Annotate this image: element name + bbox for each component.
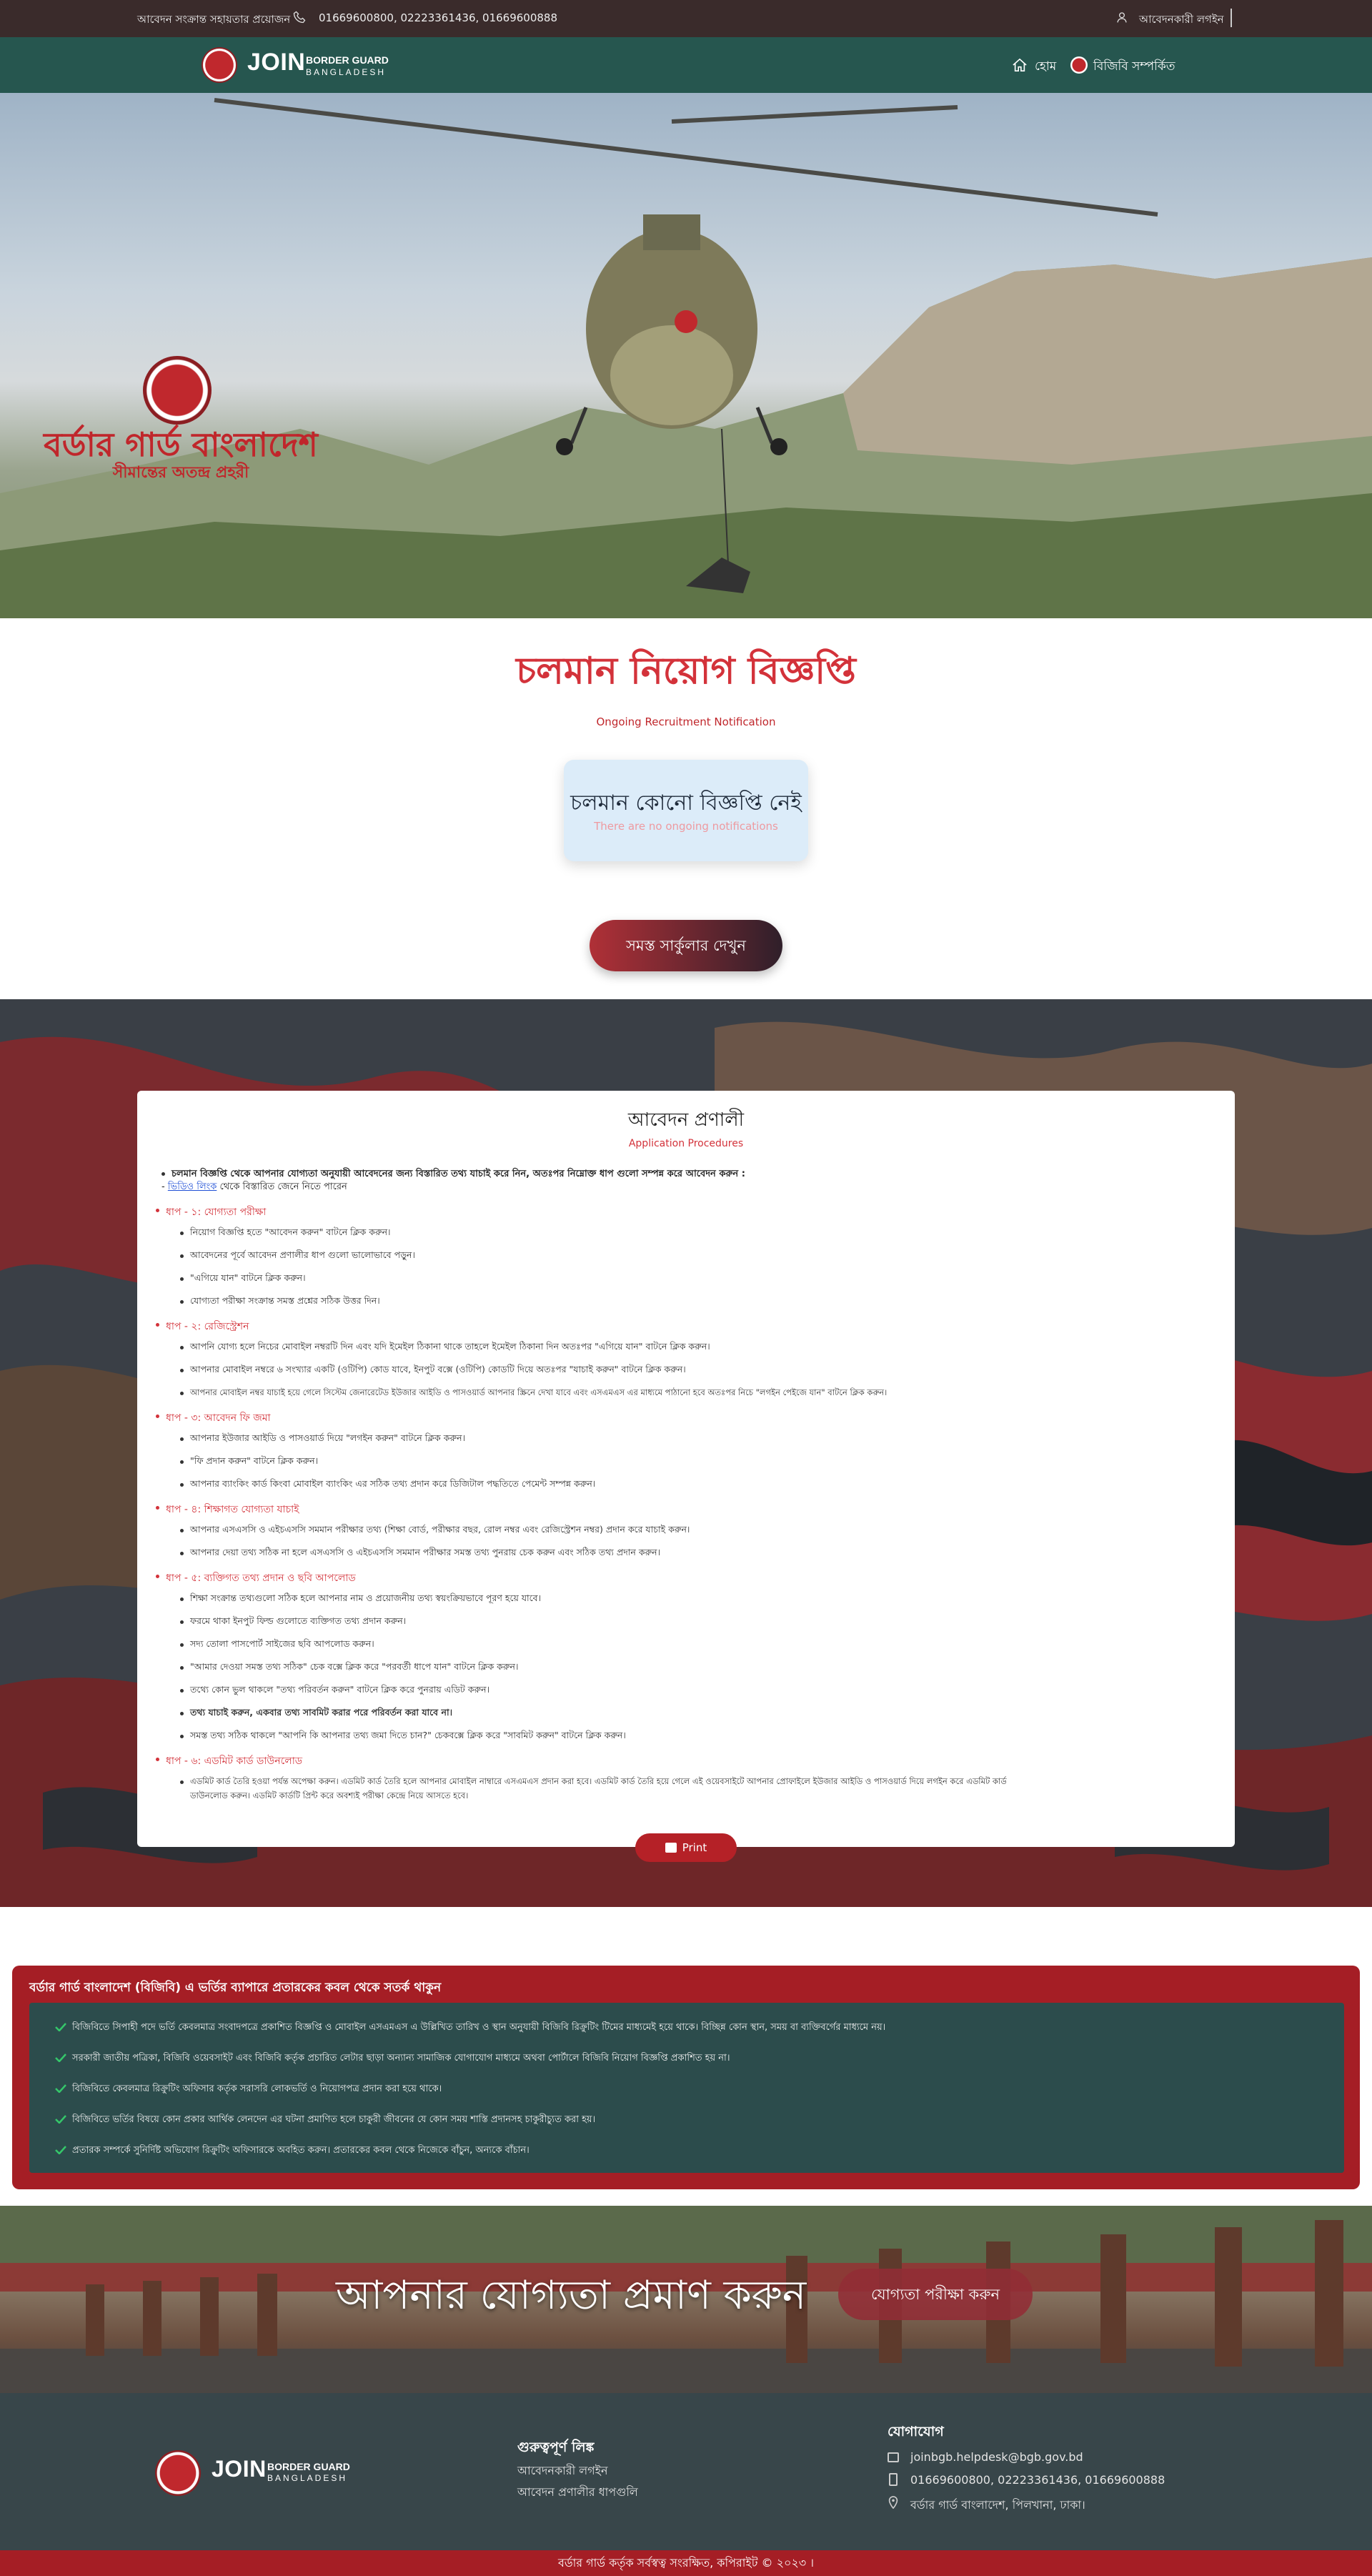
eligibility-test-button[interactable]: যোগ্যতা পরীক্ষা করুন [838,2269,1033,2320]
applicant-login-link[interactable]: আবেদনকারী লগইন [1139,11,1224,29]
helicopter-photo [0,98,1372,618]
step-item: ফরমে থাকা ইনপুট ফিল্ড গুলোতে ব্যক্তিগত ত… [179,1615,406,1630]
ongoing-recruitment-subtitle: Ongoing Recruitment Notification [596,715,776,728]
phone-icon [293,11,306,24]
contact-title: যোগাযোগ [888,2424,944,2439]
step-title: ধাপ - ৪: শিক্ষাগত যোগ্যতা যাচাই [156,1501,299,1518]
main-nav: JOIN BORDER GUARD BANGLADESH হোম বিজিবি … [0,37,1372,93]
top-bar: আবেদন সংক্রান্ত সহায়তার প্রয়োজন 016696… [0,0,1372,37]
footer-address: বর্ডার গার্ড বাংলাদেশ, পিলখানা, ঢাকা। [910,2498,1085,2512]
warning-item: প্রতারক সম্পর্কে সুনির্দিষ্ট অভিযোগ রিক্… [72,2145,530,2156]
step-item: শিক্ষা সংক্রান্ত তথ্যগুলো সঠিক হলে আপনার… [179,1592,541,1607]
warning-item: বিজিবিতে সিপাহী পদে ভর্তি কেবলমাত্র সংবা… [72,2022,886,2033]
bgb-emblem-icon [143,356,212,425]
no-notification-card: চলমান কোনো বিজ্ঞপ্তি নেই There are no on… [564,760,808,861]
footer [0,2393,1372,2550]
footer-link-login[interactable]: আবেদনকারী লগইন [517,2462,608,2481]
video-link-rest: থেকে বিস্তারিত জেনে নিতে পারেন [217,1182,347,1192]
help-text: আবেদন সংক্রান্ত সহায়তার প্রয়োজন [137,13,291,26]
footer-email[interactable]: joinbgb.helpdesk@bgb.gov.bd [910,2450,1083,2464]
home-icon[interactable] [1012,58,1028,72]
hero-banner: বর্ডার গার্ড বাংলাদেশ সীমান্তের অতন্দ্র … [0,93,1372,618]
no-notification-en: There are no ongoing notifications [594,820,778,833]
logo-line1: BORDER GUARD [306,54,389,66]
copyright-bar: বর্ডার গার্ড কর্তৃক সর্বস্বত্ব সংরক্ষিত,… [0,2550,1372,2576]
check-icon [55,2054,66,2062]
step-item: আপনার মোবাইল নম্বর যাচাই হয়ে গেলে সিস্ট… [179,1387,887,1400]
step-item: যোগ্যতা পরীক্ষা সংক্রান্ত সমস্ত প্রশ্নের… [180,1295,380,1309]
step-item: "আমার দেওয়া সমস্ত তথ্য সঠিক" চেক বক্সে … [179,1661,518,1675]
nav-about-bgb[interactable]: বিজিবি সম্পর্কিত [1093,57,1175,77]
step-item: তথ্য যাচাই করুন, একবার তথ্য সাবমিট করার … [179,1707,452,1721]
print-button[interactable]: Print [635,1833,737,1862]
warning-item: সরকারী জাতীয় পত্রিকা, বিজিবি ওয়েবসাইট … [72,2053,730,2064]
footer-logo-join: JOIN [212,2456,267,2482]
footer-logo-line1: BORDER GUARD [267,2461,350,2472]
check-icon [55,2146,66,2154]
warning-item: বিজিবিতে ভর্তির বিষয়ে কোন প্রকার আর্থিক… [72,2114,596,2125]
logo-line2: BANGLADESH [306,67,387,77]
step-title: ধাপ - ১: যোগ্যতা পরীক্ষা [155,1204,266,1221]
step-item: তথ্যে কোন ভুল থাকলে "তথ্য পরিবর্তন করুন"… [179,1684,489,1698]
step-title: ধাপ - ৫: ব্যক্তিগত তথ্য প্রদান ও ছবি আপল… [156,1570,356,1587]
check-icon [55,2084,66,2093]
banner-title: আপনার যোগ্যতা প্রমাণ করুন [336,2272,807,2319]
step-item: "ফি প্রদান করুন" বাটনে ক্লিক করুন। [179,1455,318,1470]
check-icon [55,2023,66,2031]
bgb-emblem-icon [155,2450,201,2496]
email-icon [888,2452,899,2462]
mobile-icon [889,2473,898,2486]
step-item: সদ্য তোলা পাসপোর্ট সাইজের ছবি আপলোড করুন… [180,1638,374,1653]
video-link[interactable]: ভিডিও লিংক [168,1182,217,1192]
fraud-warning-box: বর্ডার গার্ড বাংলাদেশ (বিজিবি) এ ভর্তির … [12,1966,1360,2189]
important-links-title: গুরুত্বপূর্ণ লিঙ্ক [517,2439,595,2455]
step-item-continued: ডাউনলোড করুন। এডমিট কার্ডটি প্রিন্ট করে … [190,1790,469,1800]
warning-title: বর্ডার গার্ড বাংলাদেশ (বিজিবি) এ ভর্তির … [29,1981,442,1995]
step-item: আপনার ইউজার আইডি ও পাসওয়ার্ড দিয়ে "লগই… [179,1432,465,1447]
step-item: আপনার এসএসসি ও এইচএসসি সমমান পরীক্ষার তথ… [179,1524,690,1538]
ongoing-recruitment-title: চলমান নিয়োগ বিজ্ঞপ্তি [516,650,856,693]
footer-link-procedure[interactable]: আবেদন প্রণালীর ধাপগুলি [517,2483,638,2502]
nav-home[interactable]: হোম [1035,57,1056,77]
logo-join-text[interactable]: JOIN [247,49,305,76]
print-icon [665,1843,677,1853]
divider [1231,9,1232,27]
footer-logo-line2: BANGLADESH [267,2473,348,2483]
bgb-emblem-icon[interactable] [202,47,237,83]
check-icon [55,2115,66,2124]
no-notification-bn: চলমান কোনো বিজ্ঞপ্তি নেই [570,791,802,816]
footer-phones: 01669600800, 02223361436, 01669600888 [910,2473,1165,2487]
view-all-circulars-button[interactable]: সমস্ত সার্কুলার দেখুন [590,920,782,971]
application-procedure-card: আবেদন প্রণালী Application Procedures চলম… [137,1091,1235,1847]
step-item: সমস্ত তথ্য সঠিক থাকলে "আপনি কি আপনার তথ্… [180,1730,626,1744]
step-item: এডমিট কার্ড তৈরি হওয়া পর্যন্ত অপেক্ষা ক… [180,1775,1007,1789]
step-item: আপনার মোবাইল নম্বরে ৬ সংখ্যার একটি (ওটিপ… [180,1364,686,1378]
helpline-numbers: 01669600800, 02223361436, 01669600888 [319,11,558,24]
step-item: নিয়োগ বিজ্ঞপ্তি হতে "আবেদন করুন" বাটনে … [180,1227,391,1241]
warning-item: বিজিবিতে কেবলমাত্র রিক্রুটিং অফিসার কর্ত… [72,2084,442,2094]
warning-list: বিজিবিতে সিপাহী পদে ভর্তি কেবলমাত্র সংবা… [29,2003,1344,2173]
step-item: আপনার দেয়া তথ্য সঠিক না হলে এসএসসি ও এই… [179,1547,660,1561]
procedure-title: আবেদন প্রণালী [627,1109,745,1131]
hero-tagline: সীমান্তের অতন্দ্র প্রহরী [112,464,249,482]
location-icon [888,2496,898,2509]
bgb-emblem-icon [1070,56,1088,74]
print-label: Print [682,1841,707,1854]
step-title: ধাপ - ৩: আবেদন ফি জমা [156,1410,271,1427]
step-item: "এগিয়ে যান" বাটনে ক্লিক করুন। [180,1272,306,1287]
step-item: আপনি যোগ্য হলে নিচের মোবাইল নম্বরটি দিন … [180,1341,710,1355]
step-item: আপনার ব্যাংকিং কার্ড কিংবা মোবাইল ব্যাংক… [179,1478,595,1492]
step-item: আবেদনের পূর্বে আবেদন প্রণালীর ধাপ গুলো ভ… [180,1249,415,1264]
procedure-subtitle: Application Procedures [628,1138,744,1149]
video-link-line: - ভিডিও লিংক থেকে বিস্তারিত জেনে নিতে পা… [161,1182,347,1192]
step-title: ধাপ - ৬: এডমিট কার্ড ডাউনলোড [155,1753,302,1770]
user-icon [1117,12,1127,23]
step-title: ধাপ - ২: রেজিস্ট্রেশন [155,1318,249,1335]
